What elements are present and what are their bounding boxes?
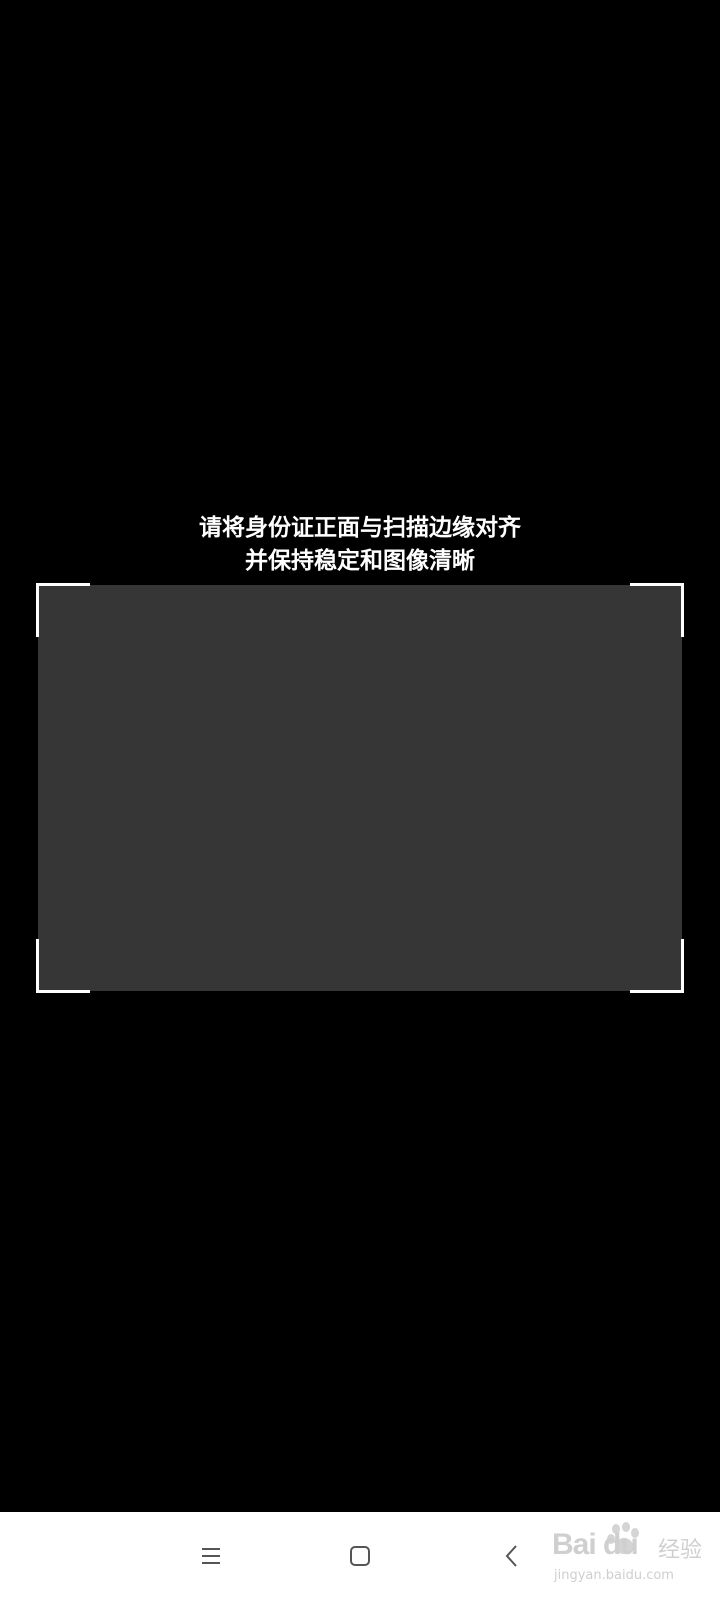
home-icon	[350, 1546, 370, 1566]
frame-corner-bottom-left	[36, 939, 90, 993]
scan-instruction: 请将身份证正面与扫描边缘对齐 并保持稳定和图像清晰	[0, 512, 720, 578]
instruction-line-1: 请将身份证正面与扫描边缘对齐	[199, 515, 521, 541]
watermark-brand: Bai du	[552, 1528, 639, 1561]
frame-corner-top-left	[36, 583, 90, 637]
frame-corner-top-right	[630, 583, 684, 637]
home-button[interactable]	[336, 1532, 384, 1580]
scan-frame	[36, 583, 684, 993]
frame-corner-bottom-right	[630, 939, 684, 993]
camera-preview: 请将身份证正面与扫描边缘对齐 并保持稳定和图像清晰	[0, 0, 720, 1512]
back-button[interactable]	[488, 1532, 536, 1580]
system-navigation-bar: Bai du 经验 jingyan.baidu.com	[0, 1512, 720, 1600]
watermark-url: jingyan.baidu.com	[554, 1568, 674, 1583]
recent-apps-button[interactable]	[187, 1532, 235, 1580]
menu-icon	[202, 1548, 220, 1564]
baidu-jingyan-watermark: Bai du 经验 jingyan.baidu.com	[550, 1520, 715, 1592]
watermark-sub: 经验	[658, 1538, 703, 1563]
instruction-line-2: 并保持稳定和图像清晰	[245, 548, 475, 574]
back-icon	[505, 1545, 517, 1567]
id-card-scanner-screen: 请将身份证正面与扫描边缘对齐 并保持稳定和图像清晰 Bai du 经验 jing…	[0, 0, 720, 1600]
scan-area	[38, 585, 682, 991]
